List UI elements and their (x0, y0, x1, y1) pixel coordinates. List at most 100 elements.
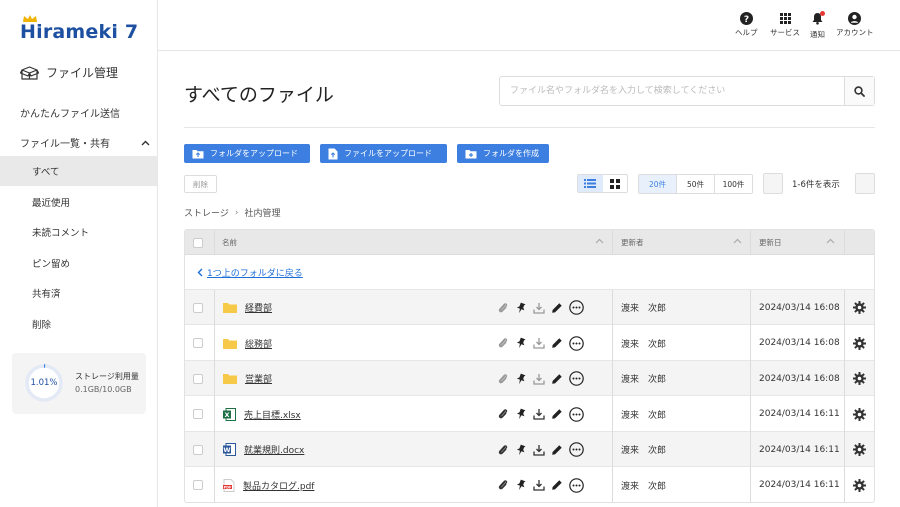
attach-icon[interactable] (497, 373, 509, 385)
sidebar-item-deleted[interactable]: 削除 (0, 309, 158, 339)
table-row[interactable]: W 就業規則.docx 渡来 次郎 2024/03/14 16:11 (185, 432, 874, 467)
file-name-link[interactable]: 売上目標.xlsx (244, 408, 301, 421)
header-name[interactable]: 名前 (222, 230, 612, 255)
more-icon[interactable] (569, 371, 584, 386)
table-row[interactable]: 経費部 渡来 次郎 2024/03/14 16:08 (185, 290, 874, 325)
row-checkbox[interactable] (193, 373, 203, 384)
row-checkbox[interactable] (193, 302, 203, 313)
pin-icon[interactable] (515, 408, 527, 420)
grid-view-button[interactable] (603, 175, 628, 192)
edit-icon[interactable] (551, 373, 563, 385)
view-toggle (577, 174, 628, 193)
table-row[interactable]: 営業部 渡来 次郎 2024/03/14 16:08 (185, 361, 874, 396)
attach-icon[interactable] (497, 302, 509, 314)
word-file-icon: W (223, 443, 236, 456)
download-icon[interactable] (533, 479, 545, 491)
table-row[interactable]: PDF 製品カタログ.pdf 渡来 次郎 2024/03/14 16:11 (185, 468, 874, 503)
per-page-20[interactable]: 20件 (639, 175, 676, 193)
more-icon[interactable] (569, 300, 584, 315)
download-icon[interactable] (533, 337, 545, 349)
file-management-link[interactable]: ファイル管理 (20, 64, 118, 81)
row-checkbox[interactable] (193, 338, 203, 348)
file-name-cell: 経費部 (223, 290, 272, 325)
pin-icon[interactable] (515, 337, 527, 349)
file-name-link[interactable]: 総務部 (245, 337, 272, 350)
sidebar-item-shared[interactable]: 共有済 (0, 278, 158, 308)
sidebar-item-unread-comments[interactable]: 未読コメント (0, 217, 158, 247)
edit-icon[interactable] (551, 337, 563, 349)
attach-icon[interactable] (497, 337, 509, 349)
create-folder-button[interactable]: フォルダを作成 (457, 144, 549, 163)
edit-icon[interactable] (551, 408, 563, 420)
row-checkbox[interactable] (193, 480, 203, 490)
prev-page-button[interactable] (763, 173, 783, 194)
easy-send-link[interactable]: かんたんファイル送信 (20, 105, 120, 120)
download-icon[interactable] (533, 373, 545, 385)
row-settings-button[interactable] (853, 290, 866, 325)
table-row[interactable]: X 売上目標.xlsx 渡来 次郎 2024/03/14 16:11 (185, 397, 874, 432)
download-icon[interactable] (533, 302, 545, 314)
edit-icon[interactable] (551, 302, 563, 314)
file-list-group-toggle[interactable]: ファイル一覧・共有 (20, 135, 150, 150)
account-button[interactable]: アカウント (836, 12, 874, 38)
row-settings-button[interactable] (853, 361, 866, 396)
row-settings-button[interactable] (853, 432, 866, 467)
services-button[interactable]: サービス (770, 12, 800, 38)
row-checkbox[interactable] (193, 444, 203, 455)
file-name-link[interactable]: 経費部 (245, 301, 272, 314)
row-settings-button[interactable] (853, 468, 866, 503)
row-settings-button[interactable] (853, 326, 866, 361)
download-icon[interactable] (533, 408, 545, 420)
file-name-link[interactable]: 就業規則.docx (244, 443, 304, 456)
pin-icon[interactable] (515, 444, 527, 456)
parent-folder-link[interactable]: 1つ上のフォルダに戻る (185, 255, 874, 290)
account-label: アカウント (836, 28, 874, 37)
sidebar-item-recent[interactable]: 最近使用 (0, 187, 158, 217)
select-all-checkbox[interactable] (193, 237, 203, 248)
brand-logo[interactable]: Hirameki 7 (20, 15, 138, 44)
attach-icon[interactable] (497, 408, 509, 420)
per-page-50[interactable]: 50件 (676, 175, 714, 193)
attach-icon[interactable] (497, 444, 509, 456)
more-icon[interactable] (569, 406, 584, 422)
header-updater[interactable]: 更新者 (621, 230, 750, 255)
breadcrumb-storage[interactable]: ストレージ (184, 206, 229, 219)
pin-icon[interactable] (515, 302, 527, 314)
search-input[interactable] (500, 77, 845, 105)
upload-file-button[interactable]: ファイルをアップロード (320, 144, 447, 163)
header-select-all[interactable] (193, 230, 207, 255)
row-checkbox[interactable] (193, 409, 203, 419)
more-icon[interactable] (569, 442, 584, 457)
edit-icon[interactable] (551, 444, 563, 456)
col-divider (844, 230, 845, 255)
per-page-selector: 20件 50件 100件 (638, 174, 753, 194)
updater-cell: 渡来 次郎 (621, 339, 667, 350)
table-row[interactable]: 総務部 渡来 次郎 2024/03/14 16:08 (185, 326, 874, 361)
row-actions (497, 371, 584, 386)
more-icon[interactable] (569, 477, 584, 493)
sidebar-item-all[interactable]: すべて (0, 156, 158, 186)
file-list-group-label: ファイル一覧・共有 (20, 139, 110, 150)
svg-text:PDF: PDF (224, 485, 232, 489)
pin-icon[interactable] (515, 373, 527, 385)
header-updated[interactable]: 更新日 (759, 230, 843, 255)
list-view-button[interactable] (578, 175, 603, 192)
attach-icon[interactable] (497, 479, 509, 491)
help-button[interactable]: ? ヘルプ (735, 12, 758, 38)
upload-folder-button[interactable]: フォルダをアップロード (184, 144, 310, 163)
delete-button[interactable]: 削除 (184, 175, 217, 193)
file-name-link[interactable]: 営業部 (245, 372, 272, 385)
updated-date-cell: 2024/03/14 16:08 (759, 338, 840, 348)
search-button[interactable] (844, 77, 874, 105)
sidebar-item-pinned[interactable]: ピン留め (0, 248, 158, 278)
row-settings-button[interactable] (853, 397, 866, 432)
more-icon[interactable] (569, 335, 584, 351)
pin-icon[interactable] (515, 479, 527, 491)
download-icon[interactable] (533, 444, 545, 456)
edit-icon[interactable] (551, 479, 563, 491)
file-name-link[interactable]: 製品カタログ.pdf (243, 479, 314, 492)
notifications-button[interactable]: 通知 (810, 11, 825, 40)
per-page-100[interactable]: 100件 (714, 175, 752, 193)
pdf-file-icon: PDF (223, 478, 235, 492)
next-page-button[interactable] (855, 173, 875, 194)
